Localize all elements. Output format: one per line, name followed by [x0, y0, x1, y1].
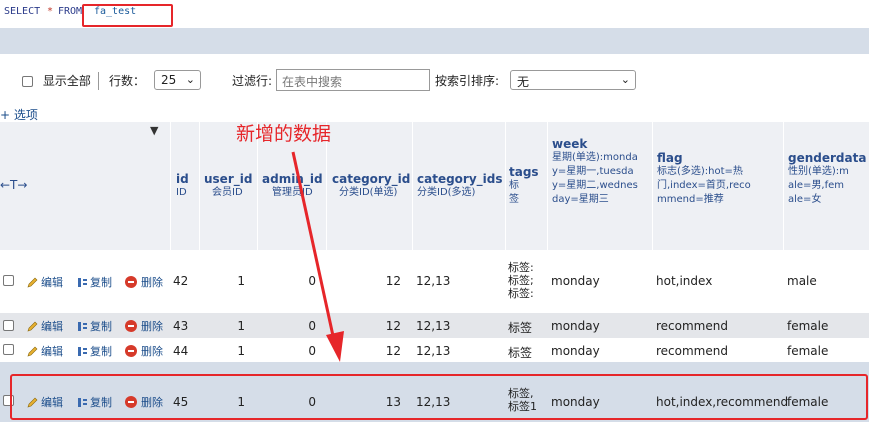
- annotation-arrow-icon: [291, 151, 344, 362]
